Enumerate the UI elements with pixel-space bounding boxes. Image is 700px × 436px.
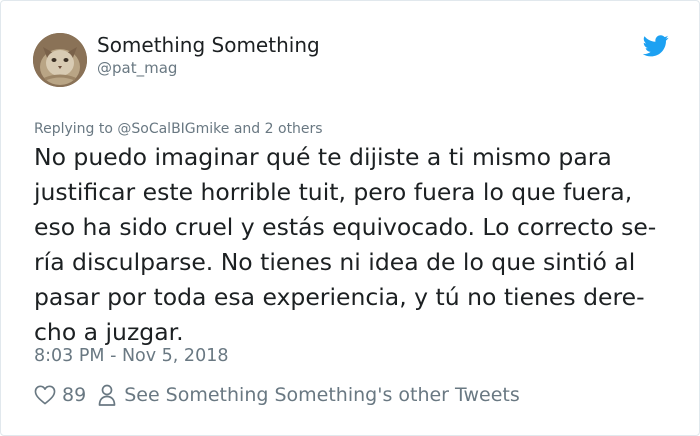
tweet-text-line: cho a juzgar. bbox=[34, 318, 184, 346]
avatar[interactable] bbox=[33, 33, 87, 87]
reply-context[interactable]: Replying to @SoCalBIGmike and 2 others bbox=[34, 121, 323, 137]
tweet-text-line: No puedo imaginar qué te dijiste a ti mi… bbox=[34, 143, 612, 171]
tweet-timestamp[interactable]: 8:03 PM - Nov 5, 2018 bbox=[34, 346, 228, 366]
tweet-actions: 89 See Something Something's other Tweet… bbox=[34, 381, 520, 409]
tweet-text-line: justificar este horrible tuit, pero fuer… bbox=[34, 178, 633, 206]
person-icon bbox=[98, 384, 116, 406]
twitter-bird-icon[interactable] bbox=[643, 35, 669, 57]
user-handle[interactable]: @pat_mag bbox=[97, 59, 177, 77]
tweet-card: Something Something @pat_mag Replying to… bbox=[0, 0, 700, 436]
display-name[interactable]: Something Something bbox=[97, 33, 320, 57]
tweet-text-line: eso ha sido cruel y estás equivocado. Lo… bbox=[34, 213, 657, 241]
heart-icon[interactable] bbox=[34, 385, 56, 405]
like-count[interactable]: 89 bbox=[62, 384, 86, 406]
cat-avatar-image bbox=[33, 33, 87, 87]
tweet-text-line: ría disculparse. No tienes ni idea de lo… bbox=[34, 248, 636, 276]
other-tweets-link[interactable]: See Something Something's other Tweets bbox=[124, 384, 520, 406]
tweet-text-line: pasar por toda esa experiencia, y tú no … bbox=[34, 283, 645, 311]
tweet-text: No puedo imaginar qué te dijiste a ti mi… bbox=[34, 140, 679, 350]
